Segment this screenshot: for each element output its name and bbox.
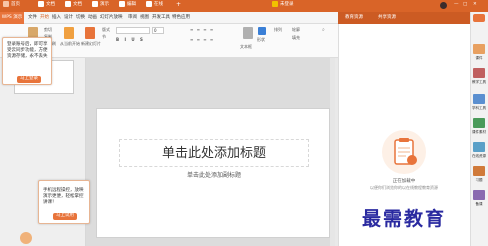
shapes-icon[interactable]: [258, 27, 266, 35]
watermark: 最需教育: [362, 208, 447, 230]
doc-tab-3[interactable]: 演示: [92, 0, 109, 10]
fill-button[interactable]: 填充: [292, 35, 300, 41]
online-resources-icon[interactable]: [473, 142, 485, 152]
text-box-icon[interactable]: [243, 27, 253, 39]
menu-insert[interactable]: 插入: [52, 14, 61, 22]
arrange-button[interactable]: 排列: [274, 27, 282, 33]
app-tab[interactable]: WPS 演示: [0, 12, 24, 24]
menu-file[interactable]: 文件: [28, 14, 37, 22]
maximize-button[interactable]: □: [463, 0, 467, 10]
tab-shared-resources[interactable]: 共享资源: [378, 12, 396, 24]
subtitle-placeholder[interactable]: 单击此处添加副标题: [119, 169, 309, 183]
menu-slideshow[interactable]: 幻灯片放映: [100, 14, 123, 22]
subject-tools-icon[interactable]: [473, 94, 485, 104]
loading-status: 正在加载中: [392, 179, 416, 184]
font-style-buttons[interactable]: B I U S: [116, 37, 145, 42]
phone-remote-popup: 手机远程操控，放映演示更便，轻松掌控讲课！ 马上试用: [38, 180, 90, 224]
tab-education-resources[interactable]: 教育资源: [345, 12, 363, 24]
shapes-label: 形状: [257, 37, 265, 42]
phone-popup-text: 手机远程操控，放映演示更便，轻松掌控讲课！: [43, 188, 84, 205]
exercises-icon[interactable]: [473, 166, 485, 176]
login-popup: 登录账号后，即可享受云同步功能，方便资源存储，永不丢失 马上登录: [2, 37, 52, 85]
doc-icon: [38, 0, 44, 7]
slides-icon: [92, 0, 98, 7]
user-icon: [272, 0, 278, 7]
courseware-label: 课件: [475, 56, 483, 60]
slide[interactable]: 单击此处添加标题 单击此处添加副标题: [96, 108, 330, 238]
resource-description: 以便你们浏览你的以在线教程教育资源: [370, 185, 438, 190]
paragraph-buttons[interactable]: ≡ ≡ ≡ ≡: [190, 27, 214, 32]
font-name-select[interactable]: [116, 27, 150, 34]
play-icon[interactable]: [64, 27, 74, 39]
text-box-label: 文本框: [240, 44, 252, 49]
menu-design[interactable]: 设计: [64, 14, 73, 22]
login-now-button[interactable]: 马上登录: [17, 76, 41, 83]
section-button[interactable]: 节: [102, 34, 106, 40]
lesson-prep-icon[interactable]: [473, 190, 485, 200]
menu-transition[interactable]: 切换: [76, 14, 85, 22]
menu-view[interactable]: 视图: [140, 14, 149, 22]
new-slide-icon[interactable]: [85, 27, 95, 39]
add-tab-button[interactable]: +: [176, 0, 181, 10]
subject-tools-label: 学科工具: [472, 106, 486, 110]
menu-animation[interactable]: 动画: [88, 14, 97, 22]
assistant-icon[interactable]: [20, 232, 32, 244]
menu-bar: [0, 12, 340, 24]
search-icon[interactable]: ⌕: [322, 27, 325, 33]
home-icon: [3, 0, 9, 7]
menu-developer[interactable]: 开发工具: [152, 14, 170, 22]
new-slide-label: 新建幻灯片: [81, 41, 101, 46]
font-size-select[interactable]: 0: [152, 27, 164, 34]
avatar[interactable]: [440, 2, 447, 9]
materials-label: 课件素材: [472, 130, 486, 134]
home-tab[interactable]: 首页: [3, 0, 20, 10]
materials-icon[interactable]: [473, 118, 485, 128]
login-button[interactable]: 未登录: [272, 0, 294, 10]
toolbar-toggle-button[interactable]: [473, 14, 485, 22]
doc-tab-5[interactable]: 在线: [146, 0, 163, 10]
doc-tab-2[interactable]: 文档: [65, 0, 82, 10]
from-current-label: 从当前开始: [60, 41, 80, 46]
edit-icon: [119, 0, 125, 7]
try-now-button[interactable]: 马上试用: [53, 213, 77, 220]
menu-review[interactable]: 审阅: [128, 14, 137, 22]
vertical-scrollbar[interactable]: [330, 58, 335, 246]
doc-icon: [65, 0, 71, 7]
cut-button[interactable]: 剪切: [44, 27, 52, 33]
minimize-button[interactable]: —: [454, 0, 459, 10]
menu-features[interactable]: 特色应用: [172, 14, 190, 22]
online-resources-label: 在线资源: [472, 154, 486, 158]
layout-button[interactable]: 版式: [102, 27, 110, 33]
menu-home[interactable]: 开始: [40, 14, 49, 22]
exercises-label: 习题: [475, 178, 483, 182]
close-button[interactable]: ✕: [473, 0, 477, 10]
cloud-icon: [146, 0, 152, 7]
doc-tab-1[interactable]: 文档: [38, 0, 55, 10]
clipboard-icon: [382, 130, 426, 174]
teaching-tools-icon[interactable]: [473, 68, 485, 78]
align-buttons[interactable]: ≡ ≡ ≡ ≡: [190, 37, 214, 42]
courseware-icon[interactable]: [473, 44, 485, 54]
teaching-tools-label: 教学工具: [472, 80, 486, 84]
lesson-prep-label: 备课: [475, 202, 483, 206]
login-popup-text: 登录账号后，即可享受云同步功能，方便资源存储，永不丢失: [7, 42, 48, 59]
doc-tab-4[interactable]: 编辑: [119, 0, 136, 10]
outline-button[interactable]: 轮廓: [292, 27, 300, 33]
title-placeholder[interactable]: 单击此处添加标题: [119, 139, 309, 167]
